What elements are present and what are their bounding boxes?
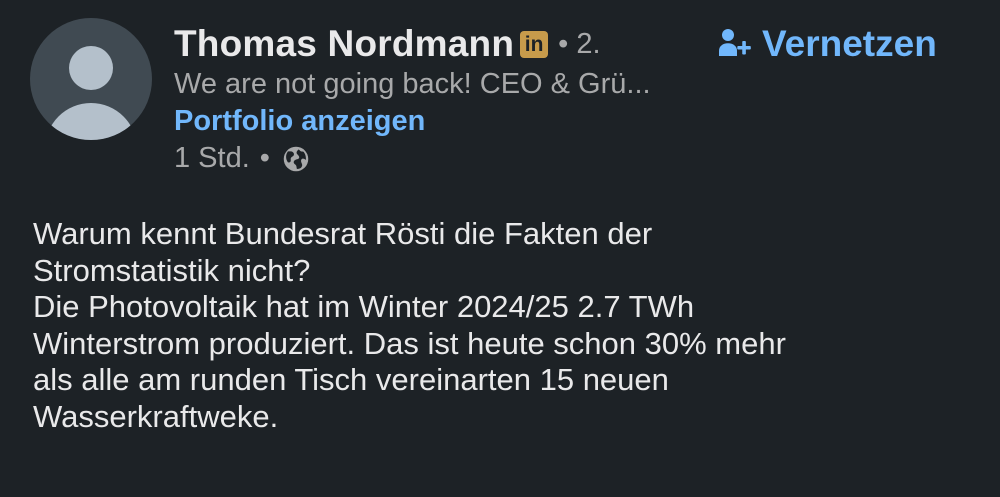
avatar-body-shape [45, 103, 137, 140]
add-person-icon [719, 29, 751, 56]
post-text-line: Stromstatistik nicht? [33, 252, 311, 288]
meta-separator: • [259, 142, 270, 174]
post-meta: 1 Std. • [174, 142, 310, 175]
globe-icon [283, 146, 309, 171]
avatar-head-shape [69, 46, 113, 90]
connection-degree: • 2. [558, 27, 601, 60]
post-text-line: als alle am runden Tisch vereinarten 15 … [33, 362, 669, 397]
post-text-line: Warum kennt Bundesrat Rösti die Fakten d… [33, 216, 653, 251]
badge-text: in [524, 32, 544, 56]
author-name[interactable]: Thomas Nordmann [174, 23, 514, 65]
linkedin-premium-icon: in [520, 30, 549, 58]
connect-label: Vernetzen [762, 23, 937, 64]
feed-post: Thomas Nordmann in • 2. We are not going… [0, 0, 1000, 497]
connect-button[interactable]: Vernetzen [716, 20, 937, 68]
post-text-line: Die Photovoltaik hat im Winter 2024/25 2… [33, 289, 695, 324]
author-name-row: Thomas Nordmann in • 2. [174, 20, 601, 68]
author-headline: We are not going back! CEO & Grü... [174, 68, 651, 100]
post-text: Warum kennt Bundesrat Rösti die Fakten d… [33, 216, 973, 435]
portfolio-link[interactable]: Portfolio anzeigen [174, 105, 425, 138]
post-text-line: Wasserkraftweke. [33, 398, 279, 434]
avatar[interactable] [30, 18, 152, 140]
post-text-line: Winterstrom produziert. Das ist heute sc… [33, 325, 786, 361]
post-time: 1 Std. [174, 142, 250, 174]
